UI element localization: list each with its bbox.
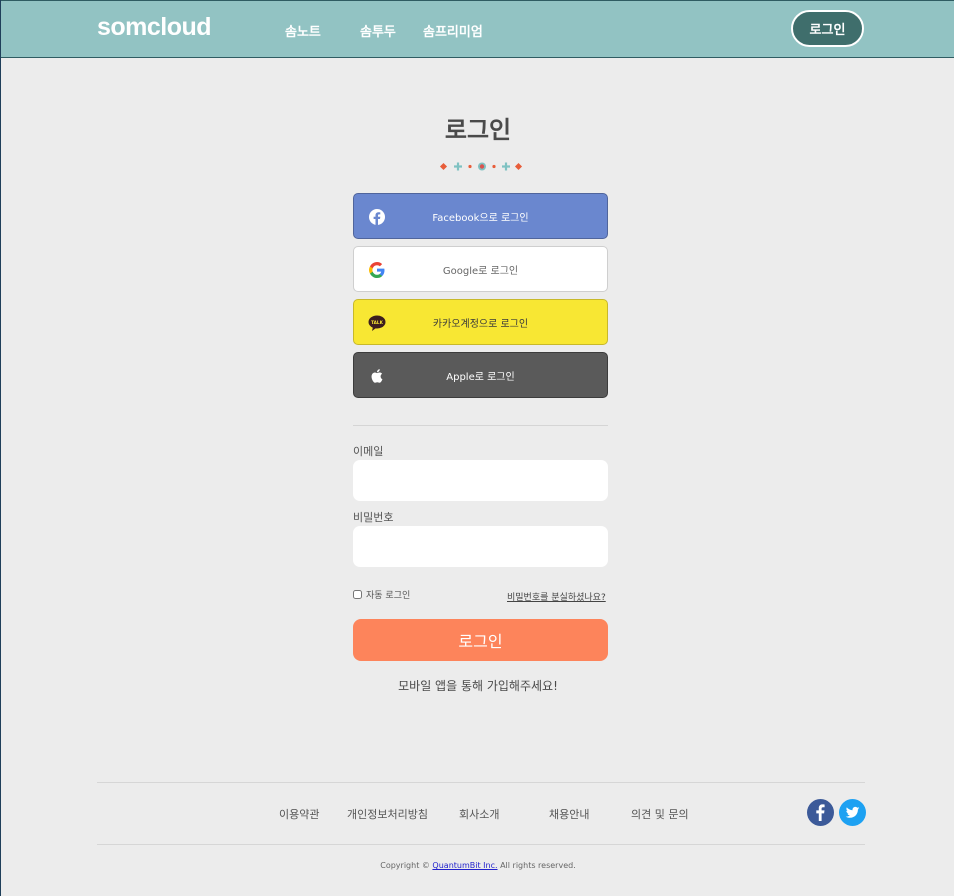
footer-link-terms[interactable]: 이용약관 bbox=[279, 806, 319, 822]
decorative-ornament bbox=[439, 162, 523, 171]
facebook-icon bbox=[816, 804, 825, 821]
nav-somnote[interactable]: 솜노트 bbox=[285, 21, 321, 40]
somcloud-logo[interactable]: somcloud bbox=[97, 13, 212, 42]
top-header: somcloud 솜노트 솜투두 솜프리미엄 로그인 bbox=[1, 0, 954, 58]
login-submit-button[interactable]: 로그인 bbox=[353, 619, 608, 661]
password-field[interactable] bbox=[353, 526, 608, 567]
facebook-login-label: Facebook으로 로그인 bbox=[432, 212, 529, 224]
twitter-icon bbox=[845, 806, 860, 818]
signup-note: 모바일 앱을 통해 가입해주세요! bbox=[398, 679, 558, 693]
section-divider bbox=[353, 425, 608, 426]
nav-sompremium[interactable]: 솜프리미엄 bbox=[423, 21, 483, 40]
page-title: 로그인 bbox=[444, 116, 512, 144]
footer-link-feedback[interactable]: 의견 및 문의 bbox=[631, 806, 689, 822]
kakao-talk-icon: TALK bbox=[368, 315, 386, 331]
kakao-icon-text: TALK bbox=[371, 320, 383, 325]
copyright: Copyright © QuantumBit Inc. All rights r… bbox=[1, 861, 954, 870]
forgot-password-link[interactable]: 비밀번호를 분실하셨나요? bbox=[507, 590, 606, 603]
google-login-label: Google로 로그인 bbox=[442, 265, 519, 277]
footer-twitter-button[interactable] bbox=[839, 799, 866, 826]
footer-link-careers[interactable]: 채용안내 bbox=[549, 806, 589, 822]
apple-login-button[interactable]: Apple로 로그인 bbox=[353, 352, 608, 398]
email-field[interactable] bbox=[353, 460, 608, 501]
facebook-login-button[interactable]: Facebook으로 로그인 bbox=[353, 193, 608, 239]
company-link[interactable]: QuantumBit Inc. bbox=[432, 861, 497, 870]
kakao-login-label: 카카오계정으로 로그인 bbox=[432, 318, 529, 330]
google-icon bbox=[369, 262, 385, 278]
header-login-button[interactable]: 로그인 bbox=[791, 10, 864, 47]
footer-link-about[interactable]: 회사소개 bbox=[459, 806, 499, 822]
auto-login-checkbox[interactable] bbox=[353, 590, 362, 599]
email-label: 이메일 bbox=[353, 445, 384, 458]
auto-login-label: 자동 로그인 bbox=[366, 591, 411, 601]
apple-login-label: Apple로 로그인 bbox=[446, 371, 515, 383]
footer-facebook-button[interactable] bbox=[807, 799, 834, 826]
facebook-icon bbox=[369, 209, 385, 225]
copyright-prefix: Copyright © bbox=[380, 861, 430, 870]
footer-link-privacy[interactable]: 개인정보처리방침 bbox=[347, 806, 428, 822]
nav-somtodo[interactable]: 솜투두 bbox=[360, 21, 396, 40]
footer-top-divider bbox=[97, 782, 865, 783]
google-login-button[interactable]: Google로 로그인 bbox=[353, 246, 608, 292]
apple-icon bbox=[371, 369, 383, 383]
auto-login-option[interactable]: 자동 로그인 bbox=[353, 588, 410, 601]
password-label: 비밀번호 bbox=[353, 511, 394, 524]
footer-bottom-divider bbox=[97, 844, 865, 845]
copyright-suffix: All rights reserved. bbox=[500, 861, 576, 870]
kakao-login-button[interactable]: TALK 카카오계정으로 로그인 bbox=[353, 299, 608, 345]
